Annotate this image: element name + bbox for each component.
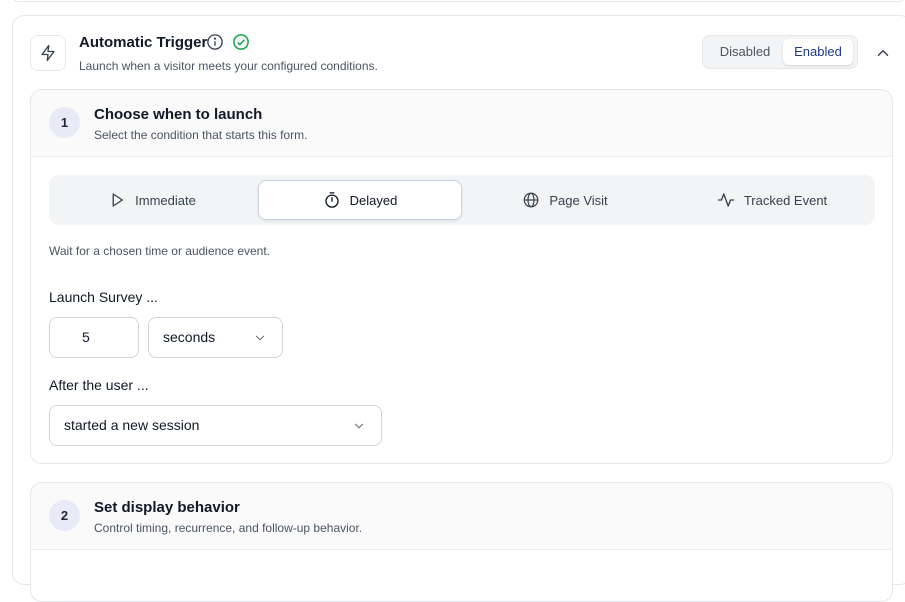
step-1-header: 1 Choose when to launch Select the condi… [31,90,892,157]
step-description: Control timing, recurrence, and follow-u… [94,521,363,535]
tab-tracked-event[interactable]: Tracked Event [669,180,875,220]
audience-event-value: started a new session [64,417,200,433]
launch-type-tabs: Immediate Delayed Page Visit Tracked Eve… [49,175,875,225]
chevron-down-icon [354,423,364,429]
step-1-card: 1 Choose when to launch Select the condi… [30,89,893,464]
delay-unit-select[interactable]: seconds [148,317,283,358]
audience-event-select[interactable]: started a new session [49,405,382,446]
globe-icon [523,192,539,208]
step-2-header[interactable]: 2 Set display behavior Control timing, r… [31,483,892,550]
step-2-card: 2 Set display behavior Control timing, r… [30,482,893,602]
tab-page-visit[interactable]: Page Visit [465,180,665,220]
step-description: Select the condition that starts this fo… [94,128,308,142]
trigger-icon-box [30,35,66,71]
timer-icon [324,192,339,208]
toggle-enabled-option[interactable]: Enabled [783,39,853,65]
delay-value-input[interactable]: 5 [49,317,139,358]
tab-delayed[interactable]: Delayed [258,180,462,220]
chevron-up-icon[interactable] [874,44,892,62]
enable-toggle: Disabled Enabled [702,35,858,69]
tab-hint: Wait for a chosen time or audience event… [49,244,271,258]
tab-label: Immediate [135,192,196,208]
trigger-title: Automatic Trigger [79,34,208,51]
activity-icon [717,193,735,207]
step-number-badge: 1 [49,107,80,138]
check-circle-icon [233,34,249,50]
after-user-label: After the user ... [49,377,149,393]
previous-card-edge [12,0,905,2]
lightning-icon [41,44,55,62]
tab-immediate[interactable]: Immediate [49,180,255,220]
chevron-down-icon [255,335,265,341]
play-icon [112,193,124,207]
tab-label: Delayed [349,192,398,208]
step-number-badge: 2 [49,500,80,531]
step-title: Set display behavior [94,499,240,516]
tab-label: Tracked Event [743,192,828,208]
launch-survey-label: Launch Survey ... [49,289,158,305]
toggle-disabled-option[interactable]: Disabled [707,39,783,65]
step-title: Choose when to launch [94,106,263,123]
delay-unit-value: seconds [163,329,216,345]
trigger-description: Launch when a visitor meets your configu… [79,59,378,73]
info-icon[interactable] [206,33,224,51]
tab-label: Page Visit [549,192,608,208]
